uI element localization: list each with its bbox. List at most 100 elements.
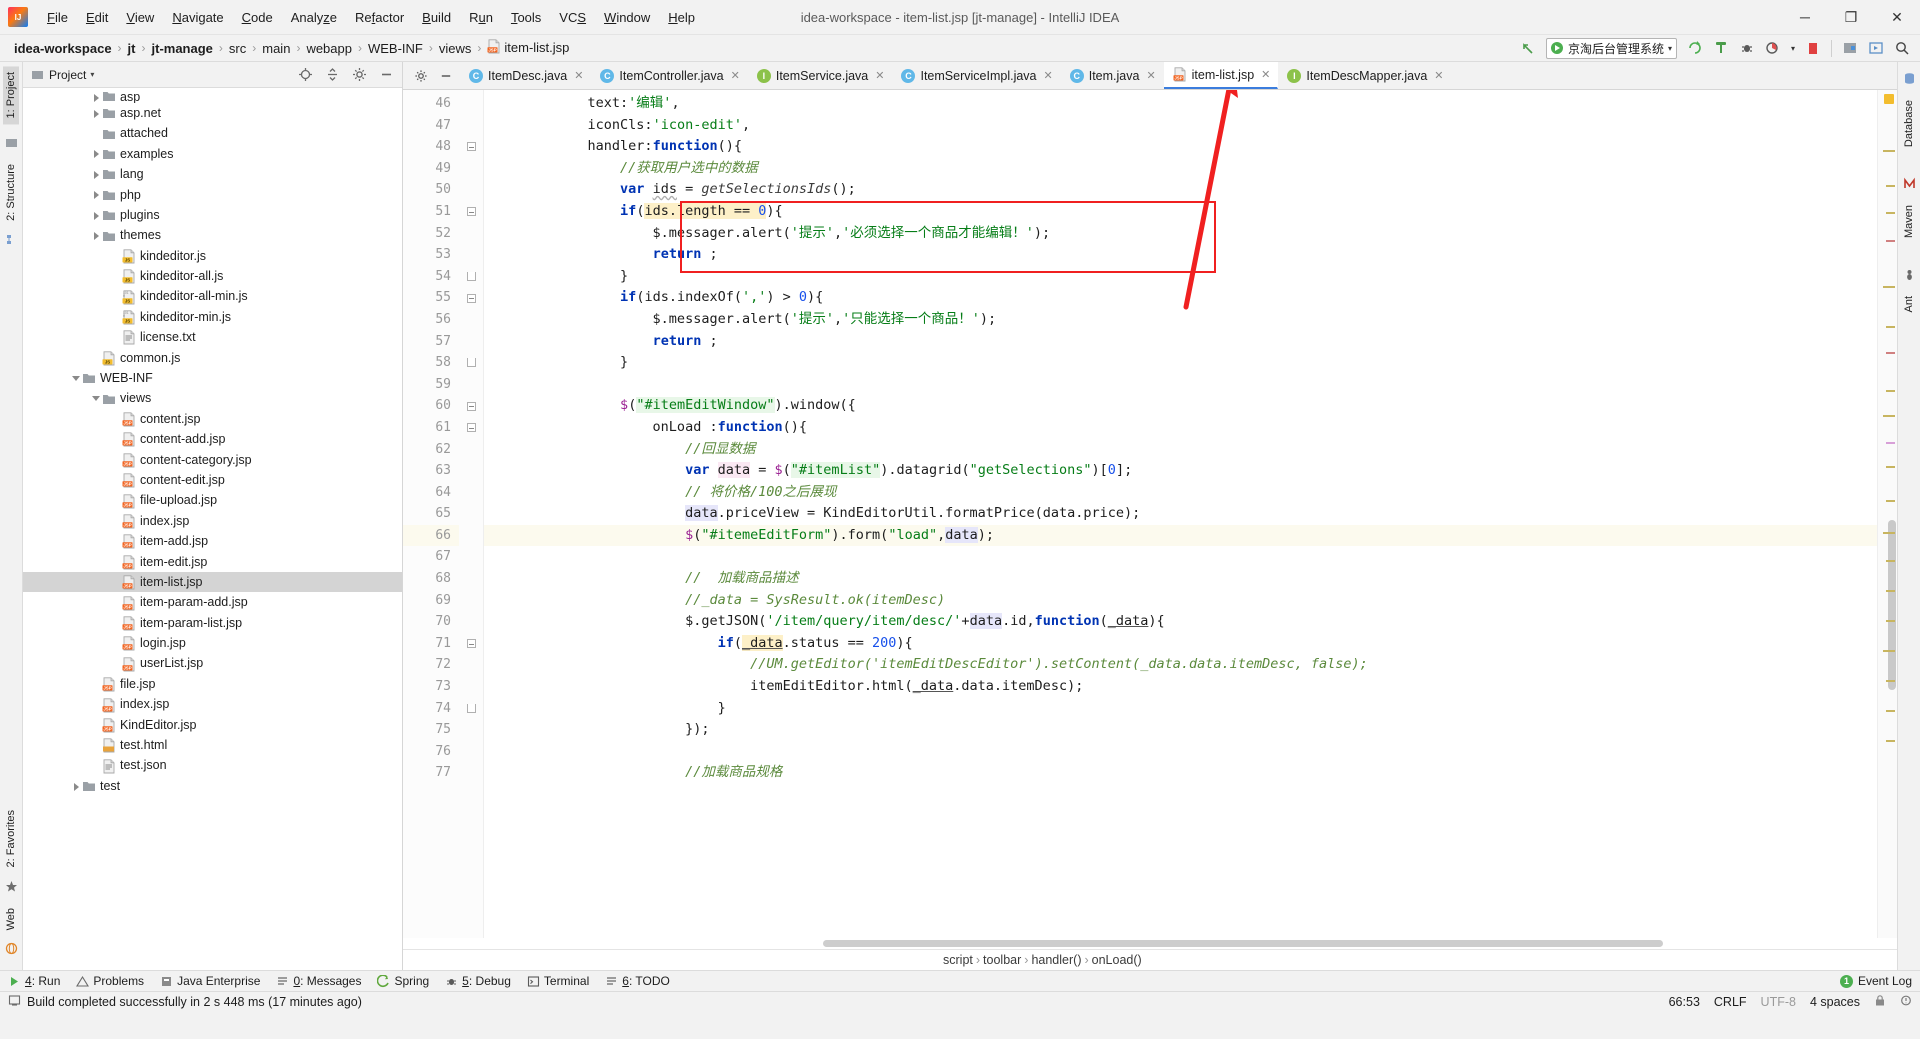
code-folding-column[interactable] [459,90,483,938]
code-line[interactable]: $.messager.alert('提示','只能选择一个商品！'); [484,309,1877,331]
code-line[interactable]: text:'编辑', [484,93,1877,115]
horizontal-scrollbar[interactable] [403,938,1897,949]
tab-close-icon[interactable]: ✕ [1146,69,1155,82]
fold-toggle-icon[interactable] [459,287,483,309]
code-line[interactable]: $.messager.alert('提示','必须选择一个商品才能编辑！'); [484,223,1877,245]
tab-close-icon[interactable]: ✕ [731,69,740,82]
menu-vcs[interactable]: VCS [550,6,595,29]
fold-toggle-icon[interactable] [459,395,483,417]
code-line[interactable]: data.priceView = KindEditorUtil.formatPr… [484,503,1877,525]
code-line[interactable]: } [484,266,1877,288]
tree-item[interactable]: JSP login.jsp [23,633,402,653]
code-line[interactable]: } [484,352,1877,374]
line-number[interactable]: 76 [403,741,459,763]
tree-item[interactable]: JSP file-upload.jsp [23,490,402,510]
line-number[interactable]: 68 [403,568,459,590]
code-line[interactable]: }); [484,719,1877,741]
breadcrumb-item-src[interactable]: src [225,40,250,57]
chevron-right-icon[interactable] [91,92,102,103]
tree-item[interactable]: JSP content-edit.jsp [23,470,402,490]
line-number[interactable]: 47 [403,115,459,137]
tool-window-button-5-debug[interactable]: 5: Debug [445,974,511,988]
rail-item-favorites[interactable]: 2: Favorites [3,804,19,873]
error-stripe-mark[interactable] [1886,185,1895,187]
tool-window-button-4-run[interactable]: 4: Run [8,974,60,988]
horizontal-scrollbar-thumb[interactable] [823,940,1663,947]
code-line[interactable]: return ; [484,244,1877,266]
chevron-down-icon[interactable] [71,373,82,384]
code-line[interactable]: //UM.getEditor('itemEditDescEditor').set… [484,654,1877,676]
tree-item[interactable]: themes [23,225,402,245]
line-number[interactable]: 70 [403,611,459,633]
code-line[interactable]: if(ids.length == 0){ [484,201,1877,223]
line-number[interactable]: 57 [403,331,459,353]
tree-item[interactable]: 101 0 JS kindeditor-min.js [23,307,402,327]
rail-item-ant[interactable]: Ant [1901,290,1917,319]
rail-item-project[interactable]: 1: Project [3,66,19,125]
menu-build[interactable]: Build [413,6,460,29]
line-number[interactable]: 75 [403,719,459,741]
line-number[interactable]: 59 [403,374,459,396]
error-stripe-mark[interactable] [1886,442,1895,444]
tree-item[interactable]: JSP index.jsp [23,694,402,714]
line-number[interactable]: 46 [403,93,459,115]
tree-item[interactable]: attached [23,123,402,143]
menu-analyze[interactable]: Analyze [282,6,346,29]
tab-close-icon[interactable]: ✕ [875,69,884,82]
tree-item[interactable]: JS kindeditor.js [23,246,402,266]
chevron-right-icon[interactable] [91,210,102,221]
code-line[interactable]: //获取用户选中的数据 [484,158,1877,180]
editor-tab-item-list-jsp[interactable]: JSP item-list.jsp ✕ [1163,62,1279,89]
rail-item-web[interactable]: Web [3,902,19,936]
error-stripe-mark[interactable] [1883,415,1895,417]
breadcrumb-item-jt-manage[interactable]: jt-manage [148,40,217,57]
editor-tab-itemcontroller-java[interactable]: C ItemController.java ✕ [591,62,747,89]
tree-item[interactable]: JSP content-category.jsp [23,450,402,470]
code-line[interactable]: return ; [484,331,1877,353]
vertical-scrollbar-thumb[interactable] [1888,520,1896,690]
chevron-right-icon[interactable] [71,781,82,792]
chevron-down-icon[interactable]: ▾ [90,70,94,79]
line-number[interactable]: 61 [403,417,459,439]
tree-item[interactable]: test.json [23,756,402,776]
tool-window-button-6-todo[interactable]: 6: TODO [605,974,670,988]
error-stripe-mark[interactable] [1886,500,1895,502]
preview-icon[interactable] [1864,37,1888,59]
editor-breadcrumb-item[interactable]: script [943,953,973,967]
line-number[interactable]: 51 [403,201,459,223]
code-line[interactable] [484,741,1877,763]
editor-breadcrumb-item[interactable]: onLoad() [1092,953,1142,967]
code-line[interactable]: //_data = SysResult.ok(itemDesc) [484,590,1877,612]
menu-window[interactable]: Window [595,6,659,29]
menu-navigate[interactable]: Navigate [163,6,232,29]
breadcrumb-item-views[interactable]: views [435,40,476,57]
line-number[interactable]: 74 [403,698,459,720]
tree-item[interactable]: 101 0 JS kindeditor-all-min.js [23,287,402,307]
error-stripe-markers[interactable] [1877,90,1897,938]
chevron-right-icon[interactable] [91,169,102,180]
stop-icon[interactable] [1801,37,1825,59]
tree-item[interactable]: JSP index.jsp [23,511,402,531]
tree-item[interactable]: JSP item-add.jsp [23,531,402,551]
indent-setting[interactable]: 4 spaces [1810,995,1860,1009]
error-stripe-mark[interactable] [1883,532,1895,534]
menu-view[interactable]: View [117,6,163,29]
fold-toggle-icon[interactable] [459,266,483,288]
editor-tab-itemdesc-java[interactable]: C ItemDesc.java ✕ [460,62,591,89]
breadcrumb-item-webapp[interactable]: webapp [302,40,356,57]
tree-item[interactable]: JSP item-param-list.jsp [23,613,402,633]
line-separator[interactable]: CRLF [1714,995,1747,1009]
tree-item[interactable]: plugins [23,205,402,225]
code-line[interactable]: } [484,698,1877,720]
tab-close-icon[interactable]: ✕ [1044,69,1053,82]
event-log-button[interactable]: 1 Event Log [1839,974,1912,988]
tree-item[interactable]: JSP content-add.jsp [23,429,402,449]
fold-toggle-icon[interactable] [459,352,483,374]
line-number[interactable]: 58 [403,352,459,374]
coverage-dropdown-icon[interactable]: ▾ [1787,37,1799,59]
menu-file[interactable]: File [38,6,77,29]
locate-icon[interactable] [293,64,317,86]
line-number[interactable]: 62 [403,439,459,461]
tree-item[interactable]: JS kindeditor-all.js [23,266,402,286]
source-code-text[interactable]: text:'编辑', iconCls:'icon-edit', handler:… [483,90,1877,938]
